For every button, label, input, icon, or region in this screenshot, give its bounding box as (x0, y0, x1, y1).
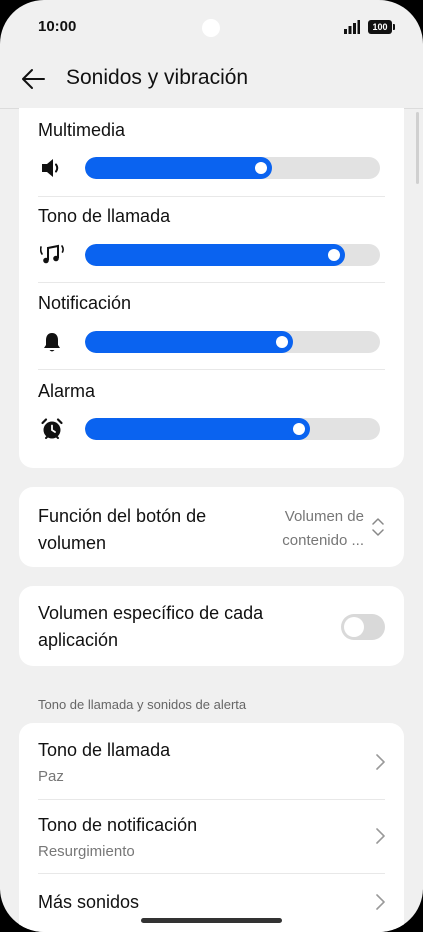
slider-fill (85, 418, 310, 440)
back-arrow-icon[interactable] (20, 66, 46, 92)
chevron-right-icon (376, 828, 385, 844)
item-title: Más sonidos (38, 892, 140, 912)
chevron-right-icon (376, 894, 385, 910)
volume-slider[interactable] (85, 244, 380, 266)
page-title: Sonidos y vibración (66, 66, 249, 89)
volume-slider[interactable] (85, 331, 380, 353)
bell-icon (44, 333, 60, 352)
scrollbar[interactable] (416, 112, 419, 184)
volume-label: Notificación (38, 293, 132, 313)
slider-fill (85, 244, 345, 266)
speaker-icon (42, 159, 59, 177)
home-indicator[interactable] (141, 918, 282, 923)
item-title: Tono de notificación (38, 815, 198, 835)
volume-label: Alarma (38, 381, 96, 401)
list-item-ringtone[interactable]: Tono de llamada Paz (19, 723, 404, 799)
item-subtitle: Resurgimiento (38, 843, 135, 860)
slider-knob[interactable] (293, 423, 305, 435)
alarm-clock-icon (41, 418, 63, 439)
volume-row-alarm: Alarma (19, 369, 404, 456)
volume-card: Multimedia Tono de llamada Notificación … (19, 108, 404, 468)
slider-knob[interactable] (276, 336, 288, 348)
volume-slider[interactable] (85, 418, 380, 440)
setting-label: Función del botón de volumen (38, 506, 207, 553)
slider-fill (85, 331, 293, 353)
chevron-right-icon (376, 754, 385, 770)
ringtones-card: Tono de llamada Paz Tono de notificación… (19, 723, 404, 932)
list-item-more-sounds[interactable]: Más sonidos (19, 873, 404, 932)
toggle-knob (344, 617, 364, 637)
battery-icon: 100 (368, 20, 395, 34)
setting-label: Volumen específico de cada aplicación (38, 603, 264, 650)
slider-fill (85, 157, 272, 179)
app-volume-setting: Volumen específico de cada aplicación (19, 586, 404, 666)
app-volume-toggle[interactable] (341, 614, 385, 640)
app-bar: Sonidos y vibración (0, 56, 423, 108)
section-header: Tono de llamada y sonidos de alerta (38, 697, 247, 712)
signal-icon (344, 20, 360, 34)
camera-cutout (202, 19, 220, 37)
status-bar: 10:00 100 (0, 0, 423, 56)
slider-knob[interactable] (255, 162, 267, 174)
setting-value: Volumen de contenido ... (282, 508, 364, 549)
volume-button-setting[interactable]: Función del botón de volumen Volumen de … (19, 487, 404, 567)
status-time: 10:00 (38, 18, 77, 35)
volume-row-multimedia: Multimedia (19, 108, 404, 195)
volume-row-ringtone: Tono de llamada (19, 196, 404, 283)
volume-label: Multimedia (38, 120, 126, 140)
slider-knob[interactable] (328, 249, 340, 261)
item-title: Tono de llamada (38, 740, 171, 760)
volume-row-notification: Notificación (19, 282, 404, 369)
ringtone-icon (40, 244, 64, 264)
item-subtitle: Paz (38, 768, 64, 785)
list-item-notification-tone[interactable]: Tono de notificación Resurgimiento (19, 799, 404, 873)
phone-screen: 10:00 100 Sonidos y vibración Multimedia (0, 0, 423, 932)
volume-slider[interactable] (85, 157, 380, 179)
volume-label: Tono de llamada (38, 206, 171, 226)
chevron-up-down-icon (372, 518, 384, 536)
